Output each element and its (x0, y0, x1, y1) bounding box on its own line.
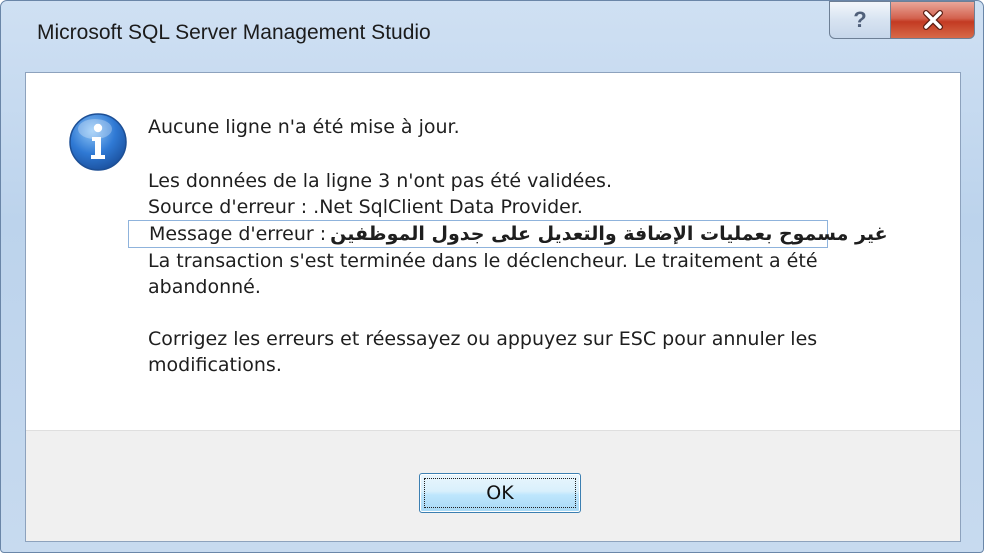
error-message-label: Message d'erreur : (149, 223, 327, 245)
message-area: Aucune ligne n'a été mise à jour. Les do… (128, 114, 908, 378)
error-message[interactable]: Message d'erreur : غير مسموح بعمليات الإ… (128, 220, 888, 248)
dialog-window: Microsoft SQL Server Management Studio ? (0, 0, 984, 553)
message-line-row: Les données de la ligne 3 n'ont pas été … (148, 170, 612, 192)
error-message-text: غير مسموح بعمليات الإضافة والتعديل على ج… (330, 223, 888, 245)
dialog-content: Aucune ligne n'a été mise à jour. Les do… (25, 72, 961, 542)
title-bar[interactable]: Microsoft SQL Server Management Studio ? (1, 1, 983, 69)
message-line-transaction: La transaction s'est terminée dans le dé… (148, 250, 818, 298)
message-line-source: Source d'erreur : .Net SqlClient Data Pr… (148, 196, 583, 218)
info-icon (69, 113, 127, 171)
close-icon (922, 10, 943, 30)
focus-rectangle (424, 478, 576, 508)
help-icon: ? (853, 7, 867, 32)
message-line-summary: Aucune ligne n'a été mise à jour. (148, 116, 460, 138)
message-line-instructions: Corrigez les erreurs et réessayez ou app… (148, 328, 818, 376)
help-button[interactable]: ? (829, 1, 891, 39)
window-title: Microsoft SQL Server Management Studio (37, 21, 431, 44)
ok-button[interactable]: OK (419, 473, 581, 513)
close-button[interactable] (891, 1, 975, 39)
caption-buttons: ? (829, 1, 975, 41)
